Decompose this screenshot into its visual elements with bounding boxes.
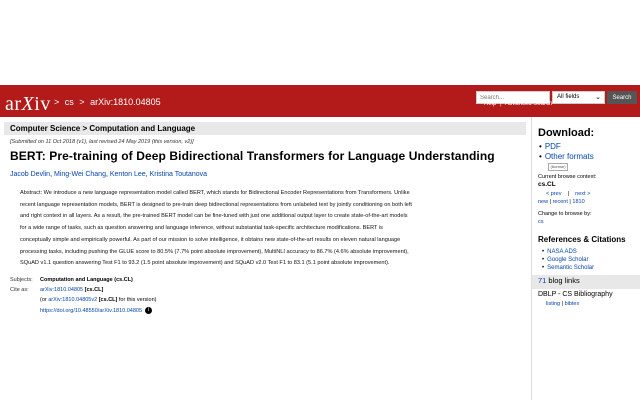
advanced-search-link[interactable]: Advanced Search [505, 101, 552, 107]
dblp-bibtex-link[interactable]: bibtex [565, 301, 580, 307]
browse-links: new | recent | 1810 [538, 199, 585, 205]
cite-label: Cite as: [10, 287, 29, 293]
google-scholar-link[interactable]: Google Scholar [542, 256, 594, 264]
references-heading: References & Citations [538, 235, 626, 244]
search-button[interactable]: Search [607, 91, 637, 104]
abstract: Abstract: We introduce a new language re… [20, 190, 412, 267]
breadcrumb-sep: > [54, 97, 60, 107]
doi-link[interactable]: https://doi.org/10.48550/arXiv.1810.0480… [40, 308, 142, 314]
subjects-value: Computation and Language (cs.CL) [40, 277, 133, 283]
paper-title: BERT: Pre-training of Deep Bidirectional… [10, 149, 495, 163]
blog-links: 71 blog links [538, 276, 580, 285]
help-link[interactable]: Help [484, 101, 496, 107]
prev-next-nav: < prev | next > [546, 191, 591, 197]
author-link[interactable]: Jacob Devlin [10, 171, 50, 178]
submission-date: [Submitted on 11 Oct 2018 (v1), last rev… [10, 139, 194, 145]
prev-link[interactable]: < prev [546, 191, 561, 197]
info-icon[interactable]: i [145, 307, 153, 314]
arxiv-logo[interactable]: arXiv [5, 93, 51, 116]
browse-cs-link[interactable]: cs [538, 219, 544, 225]
chevron-down-icon: ⌄ [595, 94, 601, 101]
references-list: NASA ADS Google Scholar Semantic Scholar [542, 248, 594, 272]
month-link[interactable]: 1810 [572, 199, 584, 205]
subjects-label: Subjects: [10, 277, 33, 283]
recent-link[interactable]: recent [553, 199, 568, 205]
subject-heading: Computer Science > Computation and Langu… [4, 122, 526, 135]
main-content: Computer Science > Computation and Langu… [0, 117, 527, 400]
abstract-label: Abstract: [20, 190, 43, 196]
breadcrumb-sep: > [79, 97, 85, 107]
semantic-scholar-link[interactable]: Semantic Scholar [542, 264, 594, 272]
cite-version-link[interactable]: arXiv:1810.04805v2 [48, 297, 97, 303]
download-list: PDF Other formats [539, 142, 594, 162]
new-link[interactable]: new [538, 199, 548, 205]
dblp-links: listing | bibtex [546, 301, 580, 307]
breadcrumb: > cs > arXiv:1810.04805 [54, 97, 164, 107]
dblp-heading: DBLP - CS Bibliography [538, 291, 613, 298]
author-list: Jacob Devlin, Ming-Wei Chang, Kenton Lee… [10, 171, 208, 178]
pdf-link[interactable]: PDF [539, 142, 594, 152]
top-blank-band [0, 0, 640, 85]
license-badge[interactable]: (license) [548, 163, 568, 171]
next-link[interactable]: next > [575, 191, 590, 197]
breadcrumb-paper-id: arXiv:1810.04805 [90, 97, 161, 107]
breadcrumb-cs[interactable]: cs [65, 97, 74, 107]
help-links: Help | Advanced Search [484, 101, 553, 107]
search-field-select[interactable]: All fields ⌄ [552, 91, 605, 104]
cite-link[interactable]: arXiv:1810.04805 [40, 287, 83, 293]
nasa-ads-link[interactable]: NASA ADS [542, 248, 594, 256]
dblp-listing-link[interactable]: listing [546, 301, 560, 307]
author-link[interactable]: Ming-Wei Chang [54, 171, 106, 178]
download-heading: Download: [538, 127, 595, 139]
sidebar: Download: PDF Other formats (license) Cu… [531, 117, 640, 400]
browse-context: Current browse context: cs.CL [538, 174, 597, 188]
other-formats-link[interactable]: Other formats [539, 152, 594, 162]
author-link[interactable]: Kenton Lee [110, 171, 146, 178]
change-browse: Change to browse by: cs [538, 211, 592, 225]
author-link[interactable]: Kristina Toutanova [150, 171, 207, 178]
